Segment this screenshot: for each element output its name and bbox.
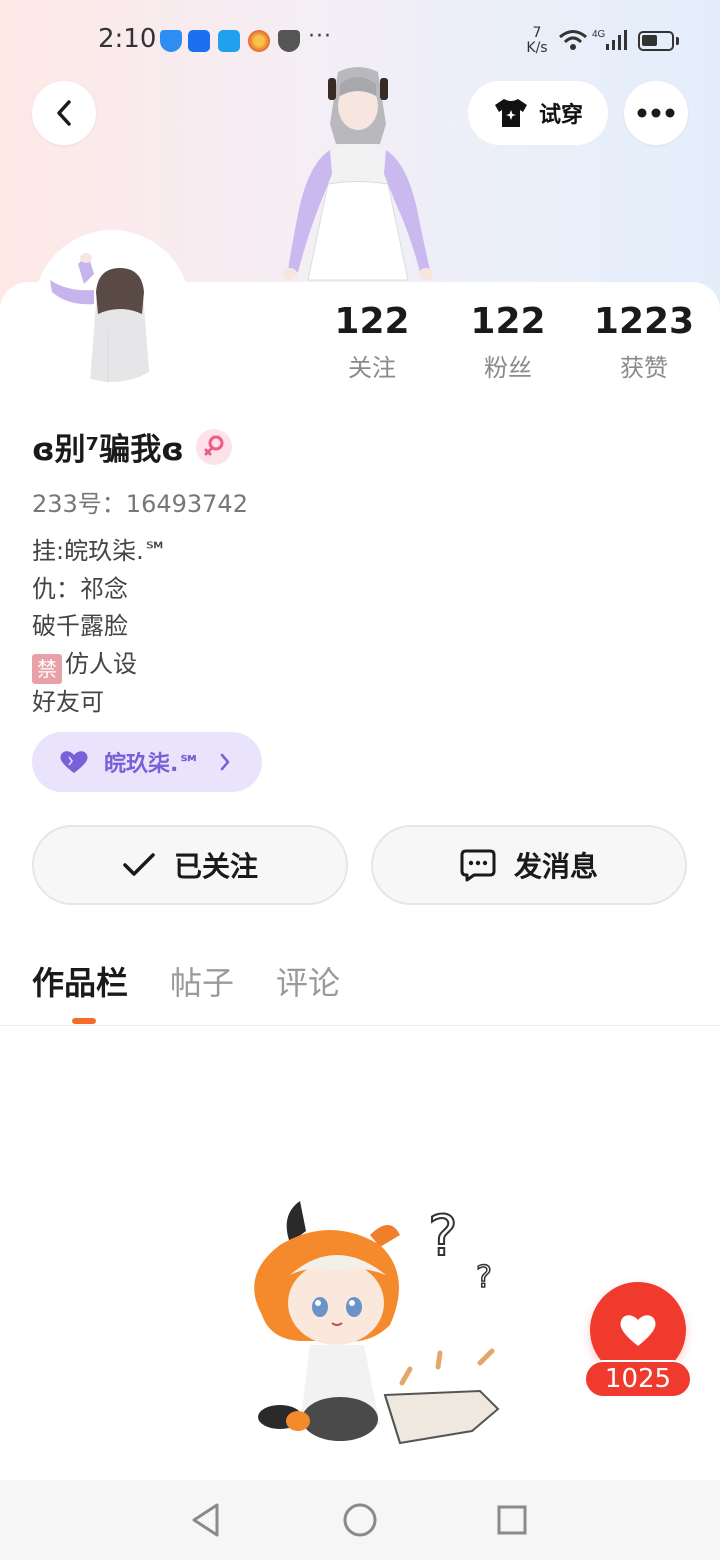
active-tab-indicator: [72, 1018, 96, 1024]
stat-label: 粉丝: [484, 354, 532, 382]
username: ɞ别⁷骗我ɞ: [32, 432, 184, 468]
stat-followers[interactable]: 122 粉丝: [448, 300, 568, 383]
stat-likes[interactable]: 1223 获赞: [584, 300, 704, 383]
try-on-label: 试穿: [538, 103, 583, 128]
stat-label: 获赞: [620, 354, 668, 382]
battery-tip: [676, 37, 679, 45]
svg-text:?: ?: [476, 1260, 492, 1295]
network-type: 4G: [592, 29, 606, 40]
like-count: 1025: [584, 1360, 692, 1398]
stat-label: 关注: [348, 354, 396, 382]
avatar[interactable]: [34, 230, 190, 386]
security-check-icon: [278, 30, 300, 52]
tab-posts[interactable]: 帖子: [170, 958, 234, 1004]
nav-home-icon[interactable]: [342, 1502, 378, 1538]
more-notifications-icon: ···: [308, 24, 332, 49]
status-time: 2:10: [98, 24, 157, 54]
nav-back-icon[interactable]: [190, 1502, 222, 1538]
couple-group-chip[interactable]: 皖玖柒.℠: [32, 732, 262, 792]
heart-icon: [60, 751, 88, 773]
username-row: ɞ别⁷骗我ɞ: [32, 424, 232, 469]
ban-mark-icon: 禁: [32, 653, 62, 684]
chevron-left-icon: [57, 100, 71, 126]
tshirt-icon: [494, 99, 527, 127]
stat-following[interactable]: 122 关注: [312, 300, 432, 383]
back-button[interactable]: [32, 81, 96, 145]
bio-line: 仿人设: [65, 649, 137, 678]
chevron-right-icon: [220, 753, 230, 771]
stat-value: 122: [470, 301, 546, 342]
stat-value: 122: [334, 301, 410, 342]
checkmark-icon: [123, 853, 155, 876]
female-gender-icon: [195, 428, 232, 465]
following-button[interactable]: 已关注: [32, 825, 348, 905]
bio-line: 破千露脸: [32, 612, 128, 640]
chat-bubble-icon: [460, 849, 496, 882]
user-id[interactable]: 233号：16493742: [32, 484, 248, 519]
wifi-icon: [559, 30, 587, 50]
more-dots-icon: [637, 108, 675, 118]
character-model-image[interactable]: [268, 64, 448, 284]
send-message-button[interactable]: 发消息: [371, 825, 687, 905]
send-message-label: 发消息: [513, 850, 598, 883]
system-navigation-bar: [0, 1480, 720, 1560]
shield-app-icon: [160, 30, 182, 52]
tab-comments[interactable]: 评论: [276, 958, 340, 1004]
bio-line: 仇：祁念: [32, 574, 128, 603]
following-label: 已关注: [173, 850, 258, 883]
empty-state-illustration: ? ?: [254, 1201, 500, 1445]
search-app-icon: [218, 30, 240, 52]
bio-line-with-ban: 禁仿人设: [32, 646, 168, 684]
bio: 挂:皖玖柒.℠ 仇：祁念 破千露脸 禁仿人设 好友可: [32, 533, 168, 721]
battery-icon: [638, 31, 674, 51]
tab-divider: [0, 1025, 720, 1026]
network-speed: 7 K/s: [522, 26, 552, 56]
couple-group-label: 皖玖柒.℠: [104, 752, 201, 777]
tab-works[interactable]: 作品栏: [32, 958, 128, 1004]
cellular-signal-icon: 4G: [592, 29, 627, 50]
bio-line: 挂:皖玖柒.℠: [32, 537, 169, 565]
network-speed-unit: K/s: [526, 40, 548, 56]
network-speed-value: 7: [532, 25, 542, 41]
stat-value: 1223: [593, 301, 695, 342]
bio-line: 好友可: [32, 687, 104, 716]
content-tabs: 作品栏 帖子 评论: [32, 958, 340, 1004]
more-options-button[interactable]: [624, 81, 688, 145]
try-on-button[interactable]: 试穿: [468, 81, 608, 145]
svg-text:?: ?: [428, 1204, 458, 1269]
nav-recents-icon[interactable]: [496, 1502, 528, 1538]
heart-icon: [620, 1315, 656, 1346]
orange-app-icon: [248, 30, 270, 52]
battery-level: [642, 35, 657, 46]
bulb-app-icon: [188, 30, 210, 52]
